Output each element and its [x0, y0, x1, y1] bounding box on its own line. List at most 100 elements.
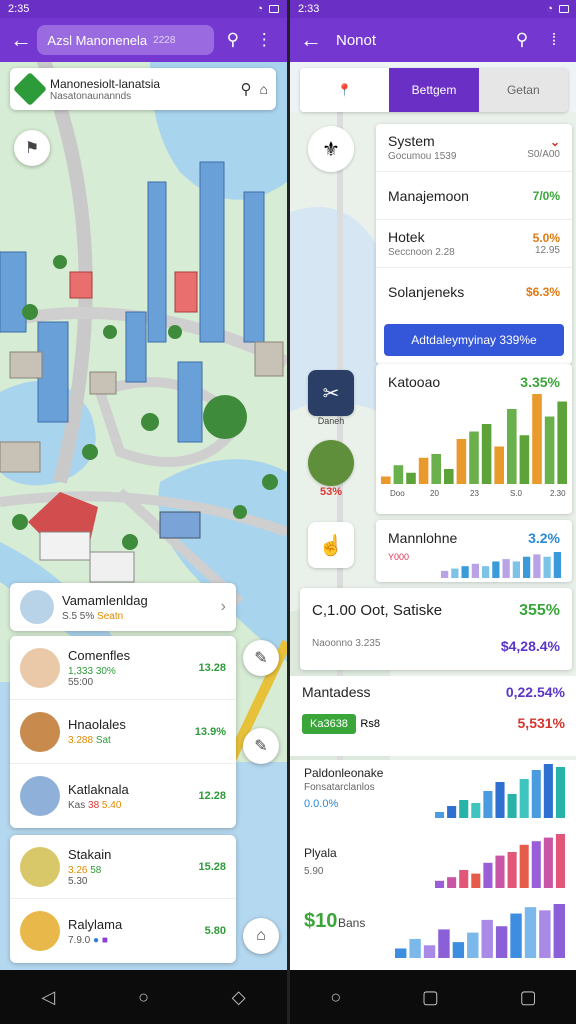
system-nav-bar: ◁ ○ ◇ [0, 970, 287, 1024]
emblem-icon[interactable]: ⚑ [14, 130, 50, 166]
list-item-name: Vamamlenldag [62, 592, 148, 608]
list-item-value: 13.28 [198, 661, 226, 674]
title-search-field[interactable]: Azsl Manonenela 2228 [37, 25, 215, 55]
avatar[interactable] [308, 440, 354, 486]
chart-bar [502, 559, 510, 578]
chart-bar [507, 794, 517, 818]
chart-bar [467, 932, 479, 958]
status-bar: 2:33 ◔ [290, 0, 576, 18]
chart-bar [553, 904, 565, 958]
chart-bar [512, 561, 520, 578]
status-bar: 2:35 ◔ [0, 0, 287, 18]
tab-inactive[interactable]: Getan [478, 68, 568, 112]
list-item[interactable]: Vamamlenldag S.5 5% Seatn › [10, 583, 236, 631]
location-title: Manonesiolt-lanatsia [50, 76, 161, 91]
tab-active[interactable]: Bettgem [389, 68, 479, 112]
chart-bar [544, 416, 555, 484]
hand-icon[interactable]: ☝ [308, 522, 354, 568]
location-subtitle: Nasatonaunannds [50, 90, 132, 102]
list-card-top[interactable]: Vamamlenldag S.5 5% Seatn › [10, 583, 236, 631]
chart-bar [553, 552, 561, 578]
summary-row[interactable]: Hotek Seccnoon 2.28 5.0% 12.95 [376, 220, 572, 268]
bag-icon[interactable]: ⌂ [260, 81, 268, 97]
bar-chart-4 [435, 834, 565, 888]
app-bar: ← Azsl Manonenela 2228 ⚲ ⋮ [0, 18, 287, 62]
system-nav-bar: ○ ▢ ▢ [290, 970, 576, 1024]
total-card[interactable]: C,1.00 Oot, Satiske 355% Naoonno 3.235 $… [300, 588, 572, 670]
pen-icon[interactable]: ✎ [243, 640, 279, 676]
chart-bar [438, 929, 450, 958]
chart-bar [482, 566, 490, 578]
chart-bar [409, 938, 421, 958]
chart-bar [483, 791, 493, 818]
chart-bar [494, 446, 504, 484]
chart-bar [543, 764, 553, 818]
chart-bar [469, 431, 479, 484]
list-item-value: 13.9% [194, 725, 226, 738]
home-nav-icon[interactable]: ○ [330, 987, 341, 1008]
chart-bar [495, 855, 505, 888]
avatar [20, 911, 60, 951]
recents-nav-icon[interactable]: ▢ [422, 987, 439, 1008]
overview-nav-icon[interactable]: ▢ [520, 987, 537, 1008]
list-card-middle: Comenfles 1,333 30% 55:00 13.28 Hnaolales… [10, 636, 236, 828]
pen-icon[interactable]: ✎ [243, 728, 279, 764]
pin-icon: 📍 [337, 83, 353, 97]
app-title: Nonot [336, 31, 377, 49]
list-item[interactable]: Stakain 3.26 58 5.30 15.28 [10, 835, 236, 899]
app-bar: ← Nonot ⚲ ⁞ [290, 18, 576, 62]
chart-bar [539, 910, 551, 958]
back-arrow-icon[interactable]: ← [10, 27, 37, 53]
tab-pin[interactable]: 📍 [300, 68, 390, 112]
back-nav-icon[interactable]: ◁ [41, 987, 55, 1008]
list-item[interactable]: Comenfles 1,333 30% 55:00 13.28 [10, 636, 236, 700]
bar-chart-5 [395, 904, 565, 958]
search-icon[interactable]: ⚲ [241, 80, 252, 98]
list-item[interactable]: Ralylama 7.9.0 ● ■ 5.80 [10, 899, 236, 963]
more-vertical-icon[interactable]: ⋮ [252, 30, 277, 50]
list-card-bottom: Stakain 3.26 58 5.30 15.28 Ralylama 7.9.0… [10, 835, 236, 963]
chart-bar [481, 424, 492, 484]
search-icon[interactable]: ⚲ [509, 30, 535, 50]
tools-icon[interactable]: ✂ [308, 370, 354, 416]
chart-bar [555, 834, 565, 888]
battery-icon [559, 5, 569, 13]
chart-bar [459, 870, 469, 888]
status-time: 2:33 [298, 3, 320, 15]
battery-icon [269, 5, 279, 13]
chart-bar [381, 476, 391, 484]
recents-nav-icon[interactable]: ◇ [232, 987, 246, 1008]
home-nav-icon[interactable]: ○ [138, 987, 149, 1008]
list-item-value: 5.80 [204, 925, 226, 937]
emblem-icon[interactable]: ⚜ [308, 126, 354, 172]
chart-bar [543, 556, 551, 578]
city-map[interactable] [0, 62, 287, 970]
bar-chart-1: Doo 20 23 S.0 2.30 [381, 394, 567, 498]
chart-bar [492, 561, 500, 578]
grid-menu-icon[interactable]: ⁞ [541, 30, 567, 50]
chart-bar [507, 409, 517, 484]
chart-bar [418, 457, 429, 484]
chart-card-1: Katooao 3.35% Doo 20 23 S.0 2.30 [376, 364, 572, 514]
chart-bar [510, 913, 522, 958]
chevron-right-icon[interactable]: › [221, 598, 226, 616]
primary-action-button[interactable]: Adtdaleymyinay 339%e [384, 324, 564, 356]
search-icon[interactable]: ⚲ [220, 30, 245, 50]
location-search-card[interactable]: Manonesiolt-lanatsia Nasatonaunannds ⚲ ⌂ [10, 68, 276, 110]
summary-row[interactable]: Manajemoon 7/0% [376, 172, 572, 220]
badge-icon: ● [93, 934, 100, 946]
summary-row[interactable]: System Gocumou 1539 ⌄ S0/A00 [376, 124, 572, 172]
avatar [20, 846, 60, 887]
avatar [20, 711, 60, 752]
list-item[interactable]: Hnaolales 3.288 Sat 13.9% [10, 700, 236, 764]
back-arrow-icon[interactable]: ← [300, 27, 328, 53]
summary-row[interactable]: Solanjeneks $6.3% [376, 268, 572, 316]
list-item[interactable]: Katlaknala Kas 38 5.40 12.28 [10, 764, 236, 828]
chevron-down-icon[interactable]: ⌄ [527, 135, 560, 149]
chart-bar [532, 394, 542, 484]
chart-bar [557, 401, 567, 484]
chart-bar [393, 465, 404, 484]
bag-icon[interactable]: ⌂ [243, 918, 279, 954]
chart-bar [451, 568, 459, 578]
tick-label: 20 [430, 489, 439, 498]
